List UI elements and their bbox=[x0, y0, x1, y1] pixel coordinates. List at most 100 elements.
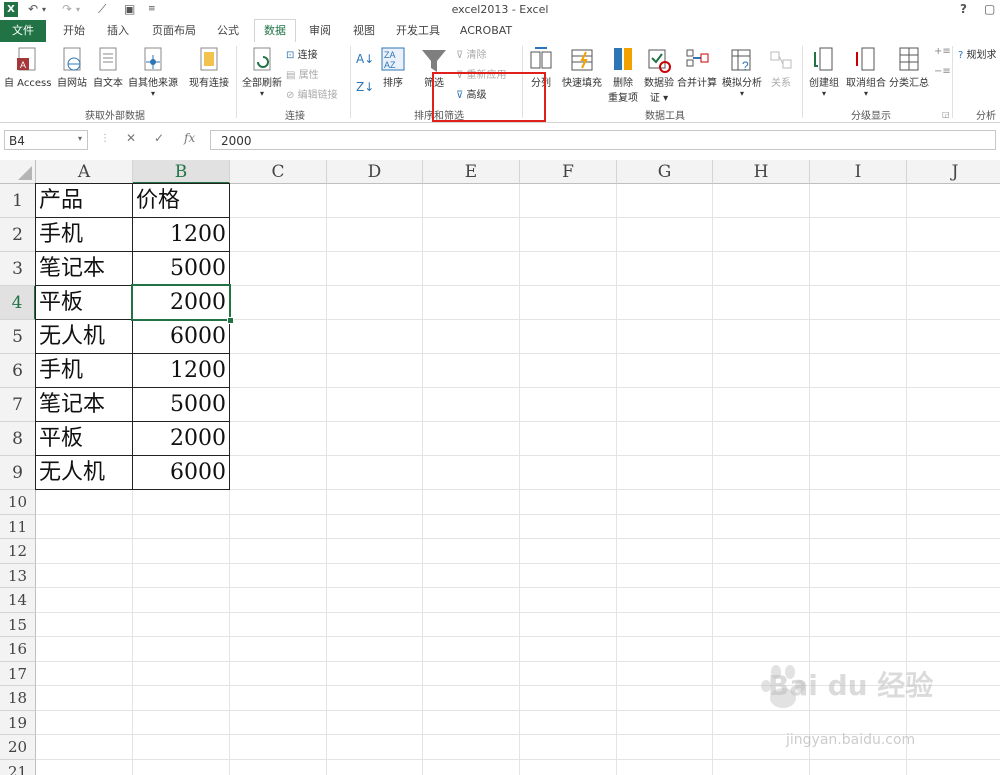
existing-connections-button[interactable]: 现有连接 bbox=[186, 46, 232, 89]
row-header-7[interactable]: 7 bbox=[0, 388, 36, 422]
properties-button[interactable]: ▤ 属性 bbox=[286, 66, 319, 81]
cell-price[interactable]: 6000 bbox=[133, 320, 230, 354]
row-header-4[interactable]: 4 bbox=[0, 286, 36, 320]
reapply-button[interactable]: ⊽ 重新应用 bbox=[456, 66, 507, 81]
row-header-20[interactable]: 20 bbox=[0, 735, 36, 760]
tab-home[interactable]: 开始 bbox=[56, 20, 92, 42]
tab-page-layout[interactable]: 页面布局 bbox=[146, 20, 202, 42]
row-header-14[interactable]: 14 bbox=[0, 588, 36, 613]
insert-function-button[interactable]: fx bbox=[184, 131, 195, 145]
column-header-d[interactable]: D bbox=[327, 160, 423, 184]
cell-price[interactable]: 价格 bbox=[133, 184, 230, 218]
column-header-c[interactable]: C bbox=[230, 160, 327, 184]
row-header-9[interactable]: 9 bbox=[0, 456, 36, 490]
help-button[interactable]: ? bbox=[960, 2, 967, 16]
subtotal-button[interactable]: 分类汇总 bbox=[888, 46, 930, 89]
cell-product[interactable]: 手机 bbox=[36, 218, 133, 252]
text-to-columns-button[interactable]: 分列 bbox=[526, 46, 556, 89]
row-header-15[interactable]: 15 bbox=[0, 612, 36, 637]
remove-duplicates-button[interactable]: 删除 重复项 bbox=[606, 46, 640, 104]
cell-price[interactable]: 1200 bbox=[133, 354, 230, 388]
formula-bar-options-icon[interactable]: ⋮ bbox=[100, 133, 110, 144]
refresh-all-button[interactable]: 全部刷新 ▾ bbox=[240, 46, 284, 98]
group-button[interactable]: 创建组 ▾ bbox=[806, 46, 842, 98]
row-header-8[interactable]: 8 bbox=[0, 422, 36, 456]
sort-descending-icon[interactable]: Z↓ bbox=[356, 80, 374, 94]
row-header-11[interactable]: 11 bbox=[0, 514, 36, 539]
column-header-h[interactable]: H bbox=[713, 160, 810, 184]
filter-button[interactable]: 筛选 bbox=[418, 46, 450, 89]
tab-formulas[interactable]: 公式 bbox=[210, 20, 246, 42]
row-header-5[interactable]: 5 bbox=[0, 320, 36, 354]
tab-acrobat[interactable]: ACROBAT bbox=[456, 20, 516, 42]
cell-price[interactable]: 5000 bbox=[133, 388, 230, 422]
relationships-button[interactable]: 关系 bbox=[766, 46, 796, 89]
row-header-19[interactable]: 19 bbox=[0, 710, 36, 735]
from-text-button[interactable]: 自文本 bbox=[90, 46, 126, 89]
hide-detail-icon[interactable]: −≡ bbox=[934, 66, 951, 77]
cell-product[interactable]: 平板 bbox=[36, 286, 133, 320]
cancel-icon[interactable]: ✕ bbox=[126, 131, 136, 145]
ribbon-display-options-button[interactable]: ▢ bbox=[984, 2, 995, 16]
enter-icon[interactable]: ✓ bbox=[154, 131, 164, 145]
cell-product[interactable]: 平板 bbox=[36, 422, 133, 456]
flash-fill-button[interactable]: 快速填充 bbox=[560, 46, 604, 89]
sort-ascending-icon[interactable]: A↓ bbox=[356, 52, 374, 66]
fill-handle[interactable] bbox=[227, 317, 234, 324]
sort-button[interactable]: ZA AZ 排序 bbox=[378, 46, 408, 89]
cell-price[interactable]: 2000 bbox=[133, 422, 230, 456]
cell-product[interactable]: 笔记本 bbox=[36, 388, 133, 422]
select-all-button[interactable] bbox=[0, 160, 36, 184]
from-web-button[interactable]: 自网站 bbox=[54, 46, 90, 89]
cell-product[interactable]: 无人机 bbox=[36, 456, 133, 490]
cell-product[interactable]: 产品 bbox=[36, 184, 133, 218]
what-if-analysis-button[interactable]: ? 模拟分析 ▾ bbox=[720, 46, 764, 98]
cell-price[interactable]: 1200 bbox=[133, 218, 230, 252]
row-header-18[interactable]: 18 bbox=[0, 686, 36, 711]
row-header-3[interactable]: 3 bbox=[0, 252, 36, 286]
row-header-2[interactable]: 2 bbox=[0, 218, 36, 252]
column-header-f[interactable]: F bbox=[520, 160, 617, 184]
from-other-sources-button[interactable]: 自其他来源 ▾ bbox=[126, 46, 180, 98]
column-header-g[interactable]: G bbox=[617, 160, 713, 184]
advanced-filter-button[interactable]: ⊽ 高级 bbox=[456, 86, 487, 101]
outline-dialog-launcher-icon[interactable]: ◲ bbox=[942, 110, 950, 119]
column-header-b[interactable]: B bbox=[133, 160, 230, 184]
row-header-21[interactable]: 21 bbox=[0, 759, 36, 775]
consolidate-button[interactable]: 合并计算 bbox=[676, 46, 718, 89]
tab-view[interactable]: 视图 bbox=[346, 20, 382, 42]
cell-product[interactable]: 手机 bbox=[36, 354, 133, 388]
solver-button[interactable]: ? 规划求 bbox=[958, 46, 997, 61]
row-header-17[interactable]: 17 bbox=[0, 661, 36, 686]
column-header-j[interactable]: J bbox=[907, 160, 1000, 184]
data-validation-button[interactable]: 数据验 证 ▾ bbox=[642, 46, 676, 104]
tab-data[interactable]: 数据 bbox=[254, 19, 296, 44]
connections-button[interactable]: ⊡ 连接 bbox=[286, 46, 318, 61]
cell-price[interactable]: 2000 bbox=[133, 286, 230, 320]
cell-price[interactable]: 5000 bbox=[133, 252, 230, 286]
edit-links-button[interactable]: ⊘ 编辑链接 bbox=[286, 86, 338, 101]
cell-price[interactable]: 6000 bbox=[133, 456, 230, 490]
row-header-1[interactable]: 1 bbox=[0, 184, 36, 218]
formula-input[interactable]: 2000 bbox=[210, 130, 996, 150]
tab-insert[interactable]: 插入 bbox=[100, 20, 136, 42]
ungroup-button[interactable]: 取消组合 ▾ bbox=[844, 46, 888, 98]
row-header-16[interactable]: 16 bbox=[0, 637, 36, 662]
tab-file[interactable]: 文件 bbox=[0, 20, 46, 42]
name-box-dropdown-icon[interactable]: ▾ bbox=[78, 134, 82, 143]
row-header-13[interactable]: 13 bbox=[0, 563, 36, 588]
row-header-12[interactable]: 12 bbox=[0, 539, 36, 564]
tab-review[interactable]: 审阅 bbox=[302, 20, 338, 42]
name-box[interactable]: B4 bbox=[4, 130, 88, 150]
show-detail-icon[interactable]: +≡ bbox=[934, 46, 951, 57]
column-header-a[interactable]: A bbox=[36, 160, 133, 184]
tab-developer[interactable]: 开发工具 bbox=[390, 20, 446, 42]
column-header-e[interactable]: E bbox=[423, 160, 520, 184]
cell-product[interactable]: 笔记本 bbox=[36, 252, 133, 286]
from-access-button[interactable]: A 自 Access bbox=[4, 46, 51, 89]
row-header-6[interactable]: 6 bbox=[0, 354, 36, 388]
column-header-i[interactable]: I bbox=[810, 160, 907, 184]
cell-product[interactable]: 无人机 bbox=[36, 320, 133, 354]
row-header-10[interactable]: 10 bbox=[0, 490, 36, 515]
clear-button[interactable]: ⊽ 清除 bbox=[456, 46, 487, 61]
